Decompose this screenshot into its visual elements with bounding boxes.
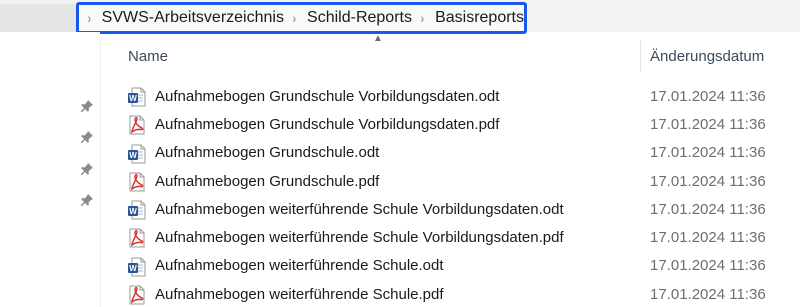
file-date: 17.01.2024 11:36 (650, 87, 766, 105)
file-list-item[interactable]: W Aufnahmebogen weiterführende Schule.odt… (120, 252, 800, 280)
file-date: 17.01.2024 11:36 (650, 172, 766, 190)
file-date: 17.01.2024 11:36 (650, 200, 766, 218)
svg-text:W: W (129, 94, 137, 103)
breadcrumb-item-svws-arbeitsverzeichnis[interactable]: SVWS-Arbeitsverzeichnis (102, 9, 284, 27)
file-name: Aufnahmebogen weiterführende Schule.pdf (155, 285, 444, 303)
address-bar-left-area (0, 4, 76, 32)
column-resize-handle[interactable] (640, 40, 641, 72)
pin-icon[interactable] (80, 130, 94, 144)
file-name: Aufnahmebogen weiterführende Schule Vorb… (155, 200, 564, 218)
word-document-icon: W (128, 257, 146, 277)
column-header-date[interactable]: Änderungsdatum (650, 40, 764, 72)
word-document-icon: W (128, 200, 146, 220)
pdf-document-icon (129, 172, 145, 192)
breadcrumb-separator-icon[interactable]: › (88, 10, 91, 26)
svg-text:W: W (129, 151, 137, 160)
breadcrumb-item-basisreports[interactable]: Basisreports (435, 9, 524, 27)
file-date: 17.01.2024 11:36 (650, 285, 766, 303)
pin-icon[interactable] (80, 162, 94, 176)
file-date: 17.01.2024 11:36 (650, 229, 766, 247)
breadcrumb[interactable]: › SVWS-Arbeitsverzeichnis › Schild-Repor… (76, 2, 527, 34)
file-name: Aufnahmebogen weiterführende Schule.odt (155, 257, 444, 275)
file-list-item[interactable]: Aufnahmebogen Grundschule Vorbildungsdat… (120, 110, 800, 138)
file-list-item[interactable]: Aufnahmebogen weiterführende Schule Vorb… (120, 223, 800, 251)
word-document-icon: W (128, 144, 146, 164)
file-list: W Aufnahmebogen Grundschule Vorbildungsda… (120, 82, 800, 307)
file-name: Aufnahmebogen Grundschule.odt (155, 144, 380, 162)
file-date: 17.01.2024 11:36 (650, 144, 766, 162)
file-date: 17.01.2024 11:36 (650, 257, 766, 275)
svg-text:W: W (129, 264, 137, 273)
pdf-document-icon (129, 285, 145, 305)
file-date: 17.01.2024 11:36 (650, 115, 766, 133)
pdf-document-icon (129, 115, 145, 135)
file-list-item[interactable]: W Aufnahmebogen Grundschule.odt 17.01.2024… (120, 139, 800, 167)
pin-icon[interactable] (80, 193, 94, 207)
pin-icon[interactable] (80, 99, 94, 113)
breadcrumb-separator-icon[interactable]: › (421, 10, 424, 26)
file-name: Aufnahmebogen Grundschule Vorbildungsdat… (155, 115, 500, 133)
file-list-item[interactable]: W Aufnahmebogen weiterführende Schule Vor… (120, 195, 800, 223)
file-list-item[interactable]: W Aufnahmebogen Grundschule Vorbildungsda… (120, 82, 800, 110)
svg-text:W: W (129, 207, 137, 216)
word-document-icon: W (128, 87, 146, 107)
breadcrumb-separator-icon[interactable]: › (293, 10, 296, 26)
breadcrumb-item-schild-reports[interactable]: Schild-Reports (307, 9, 412, 27)
pane-divider (100, 40, 101, 307)
file-list-item[interactable]: Aufnahmebogen Grundschule.pdf 17.01.2024 … (120, 167, 800, 195)
file-name: Aufnahmebogen Grundschule Vorbildungsdat… (155, 87, 500, 105)
file-name: Aufnahmebogen weiterführende Schule Vorb… (155, 229, 564, 247)
file-name: Aufnahmebogen Grundschule.pdf (155, 172, 380, 190)
pdf-document-icon (129, 228, 145, 248)
sort-ascending-icon: ▲ (373, 33, 383, 44)
column-header-name[interactable]: Name (128, 40, 168, 72)
navigation-pane (0, 32, 100, 307)
file-list-item[interactable]: Aufnahmebogen weiterführende Schule.pdf 1… (120, 280, 800, 307)
file-explorer-window: › SVWS-Arbeitsverzeichnis › Schild-Repor… (0, 0, 800, 307)
